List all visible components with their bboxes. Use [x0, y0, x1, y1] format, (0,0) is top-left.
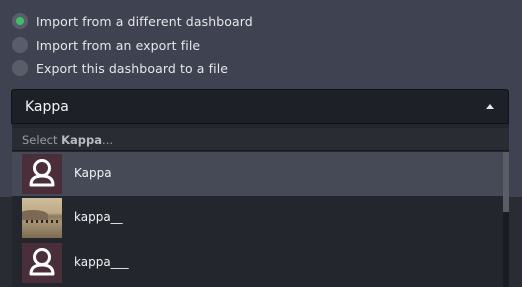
radio-export-file[interactable]: Export this dashboard to a file: [12, 58, 228, 78]
radio-label: Export this dashboard to a file: [36, 60, 229, 76]
search-input[interactable]: Select Kappa...: [12, 128, 509, 151]
dashboard-select[interactable]: Kappa: [11, 89, 509, 124]
scrollbar-thumb[interactable]: [503, 152, 509, 212]
radio-label: Import from a different dashboard: [36, 13, 253, 29]
radio-button-checked[interactable]: [12, 13, 28, 29]
radio-button[interactable]: [12, 37, 28, 53]
caret-up-icon[interactable]: [486, 104, 494, 109]
select-value: Kappa: [25, 99, 69, 115]
option-label: kappa__: [74, 210, 123, 224]
radio-button[interactable]: [12, 60, 28, 76]
user-icon: [22, 243, 62, 283]
radio-import-file[interactable]: Import from an export file: [12, 35, 200, 55]
dropdown-option-kappa__[interactable]: kappa__: [12, 196, 503, 240]
radio-import-dashboard[interactable]: Import from a different dashboard: [12, 11, 253, 31]
dashboard-dropdown-menu: Select Kappa... Kappa kappa__ kappa___: [12, 124, 509, 287]
option-label: kappa___: [74, 255, 129, 269]
search-placeholder: Select Kappa...: [22, 133, 114, 147]
photo-thumbnail: [22, 198, 62, 238]
option-label: Kappa: [74, 166, 112, 180]
dropdown-option-kappa[interactable]: Kappa: [12, 152, 503, 196]
dropdown-option-kappa___[interactable]: kappa___: [12, 241, 503, 285]
radio-label: Import from an export file: [36, 37, 201, 53]
user-icon: [22, 154, 62, 194]
